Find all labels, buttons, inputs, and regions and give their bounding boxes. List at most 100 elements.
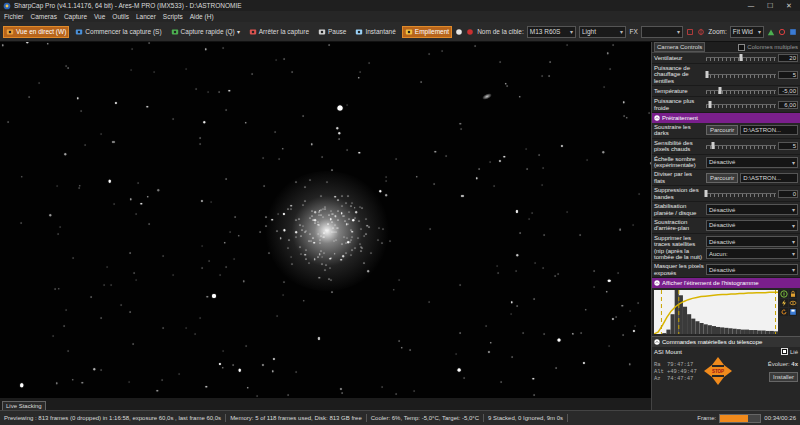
lightning-icon[interactable] (780, 299, 788, 307)
preprocessing-row: Masquer les pixels exposésDésactivé▾ (652, 262, 800, 278)
settings-icon[interactable] (789, 28, 797, 36)
number-field[interactable]: 5 (778, 142, 798, 150)
multi-columns-checkbox[interactable]: Colonnes multiples (738, 44, 798, 51)
reticle-icon[interactable] (697, 28, 705, 36)
window-control[interactable]: ✕ (781, 2, 797, 10)
menu-item[interactable]: Cameras (31, 13, 57, 20)
star (341, 243, 342, 244)
live-stacking-tab[interactable]: Live Stacking (2, 401, 46, 410)
toolbar-button[interactable]: Capture rapide (Q)▾ (168, 26, 243, 38)
menu-item[interactable]: Capture (64, 13, 87, 20)
camera-controls-tab[interactable]: Camera Controls (654, 42, 705, 52)
slider[interactable] (706, 142, 776, 150)
target-icon[interactable] (778, 28, 786, 36)
stretch-marker[interactable] (661, 290, 662, 334)
window-control[interactable]: — (743, 2, 759, 9)
number-field[interactable]: 5 (778, 71, 798, 79)
toolbar-button[interactable]: Pause (315, 26, 349, 38)
stop-label[interactable]: STOP (712, 369, 724, 374)
star (383, 229, 384, 230)
slider[interactable] (706, 71, 776, 79)
dropdown-arrow[interactable]: ▾ (237, 28, 240, 35)
browse-button[interactable]: Parcourir (706, 125, 738, 135)
toolbar-button[interactable]: Commencer la capture (S) (72, 26, 164, 38)
toolbar-button[interactable]: Empilement (402, 26, 452, 38)
save-icon[interactable] (789, 308, 797, 316)
select-field[interactable]: Désactivé▾ (706, 264, 798, 275)
menu-item[interactable]: Vue (94, 13, 105, 20)
target-field[interactable]: M13 R60S▾ (527, 26, 576, 38)
linked-checkbox[interactable]: Lié (781, 348, 798, 355)
star (382, 387, 383, 388)
crop-icon[interactable] (686, 28, 694, 36)
select-field[interactable]: Désactivé▾ (706, 220, 798, 231)
checkbox-box[interactable] (781, 348, 788, 355)
browse-button[interactable]: Parcourir (706, 173, 738, 183)
fx-select[interactable]: ▾ (641, 26, 684, 38)
checkbox-box[interactable] (738, 44, 745, 51)
window-control[interactable]: ☐ (762, 2, 778, 10)
star (260, 231, 261, 232)
select-field[interactable]: Aucun:▾ (706, 248, 798, 259)
star (399, 341, 400, 342)
select-field[interactable]: Désactivé▾ (706, 157, 798, 168)
star (305, 200, 306, 201)
toolbar-button[interactable]: Vue en direct (W) (3, 26, 69, 38)
star (587, 160, 588, 161)
install-button[interactable]: Installer (769, 372, 798, 382)
preprocessing-header[interactable]: Prétraitement (652, 113, 800, 123)
number-field[interactable]: 0 (778, 190, 798, 198)
slider[interactable] (706, 101, 776, 109)
menu-item[interactable]: Scripts (163, 13, 183, 20)
frame-type-select[interactable]: Light▾ (579, 26, 627, 38)
record-icon[interactable] (455, 28, 463, 36)
lock-icon[interactable] (789, 290, 797, 298)
speed-select[interactable]: Évoluer: 4x (768, 361, 798, 367)
star (318, 221, 319, 222)
star (287, 247, 288, 248)
menu-item[interactable]: Fichier (4, 13, 24, 20)
menu-item[interactable]: Outils (112, 13, 129, 20)
menu-item[interactable]: Lancer (136, 13, 156, 20)
select-field[interactable]: Désactivé▾ (706, 236, 798, 247)
number-field[interactable]: 6,00 (778, 101, 798, 109)
collapse-icon[interactable] (654, 280, 660, 286)
number-field[interactable]: 20 (778, 54, 798, 62)
slider-thumb[interactable] (706, 71, 709, 78)
slider[interactable] (706, 54, 776, 62)
slider-thumb[interactable] (740, 54, 743, 61)
stretch-marker[interactable] (678, 290, 679, 334)
slider[interactable] (706, 190, 776, 198)
star (322, 209, 323, 210)
viewer-tabs: Live Stacking (0, 398, 651, 410)
slider[interactable] (706, 87, 776, 95)
slider-thumb[interactable] (712, 142, 715, 149)
histogram-icon[interactable] (767, 28, 775, 36)
path-field[interactable]: D:\ASTRON... (740, 125, 798, 135)
direction-pad[interactable]: STOP (703, 356, 733, 386)
toolbar-button[interactable]: Arrêter la capture (246, 26, 312, 38)
select-field[interactable]: Désactivé▾ (706, 204, 798, 215)
slider-thumb[interactable] (719, 87, 722, 94)
zoom-select[interactable]: Fit Wid▾ (730, 26, 764, 38)
reset-icon[interactable] (780, 308, 788, 316)
collapse-icon[interactable] (654, 115, 660, 121)
telescope-header[interactable]: Commandes matérielles du télescope (652, 336, 800, 347)
number-field[interactable]: -5,00 (778, 87, 798, 95)
eye-icon[interactable] (789, 299, 797, 307)
collapse-icon[interactable] (654, 339, 660, 345)
stretch-marker[interactable] (775, 290, 776, 334)
star (107, 266, 108, 267)
toolbar-button[interactable]: Instantané (352, 26, 398, 38)
star (566, 45, 567, 46)
slider-thumb[interactable] (708, 101, 711, 108)
star (366, 225, 368, 227)
star (341, 393, 342, 394)
histogram-chart[interactable] (654, 290, 778, 334)
info-icon[interactable] (780, 290, 788, 298)
histogram-header[interactable]: Afficher l'étirement de l'histogramme (652, 278, 800, 288)
path-field[interactable]: D:\ASTRON... (740, 173, 798, 183)
menu-item[interactable]: Aide (H) (190, 13, 214, 20)
slider-thumb[interactable] (705, 190, 708, 197)
stop-record-icon[interactable] (466, 28, 474, 36)
